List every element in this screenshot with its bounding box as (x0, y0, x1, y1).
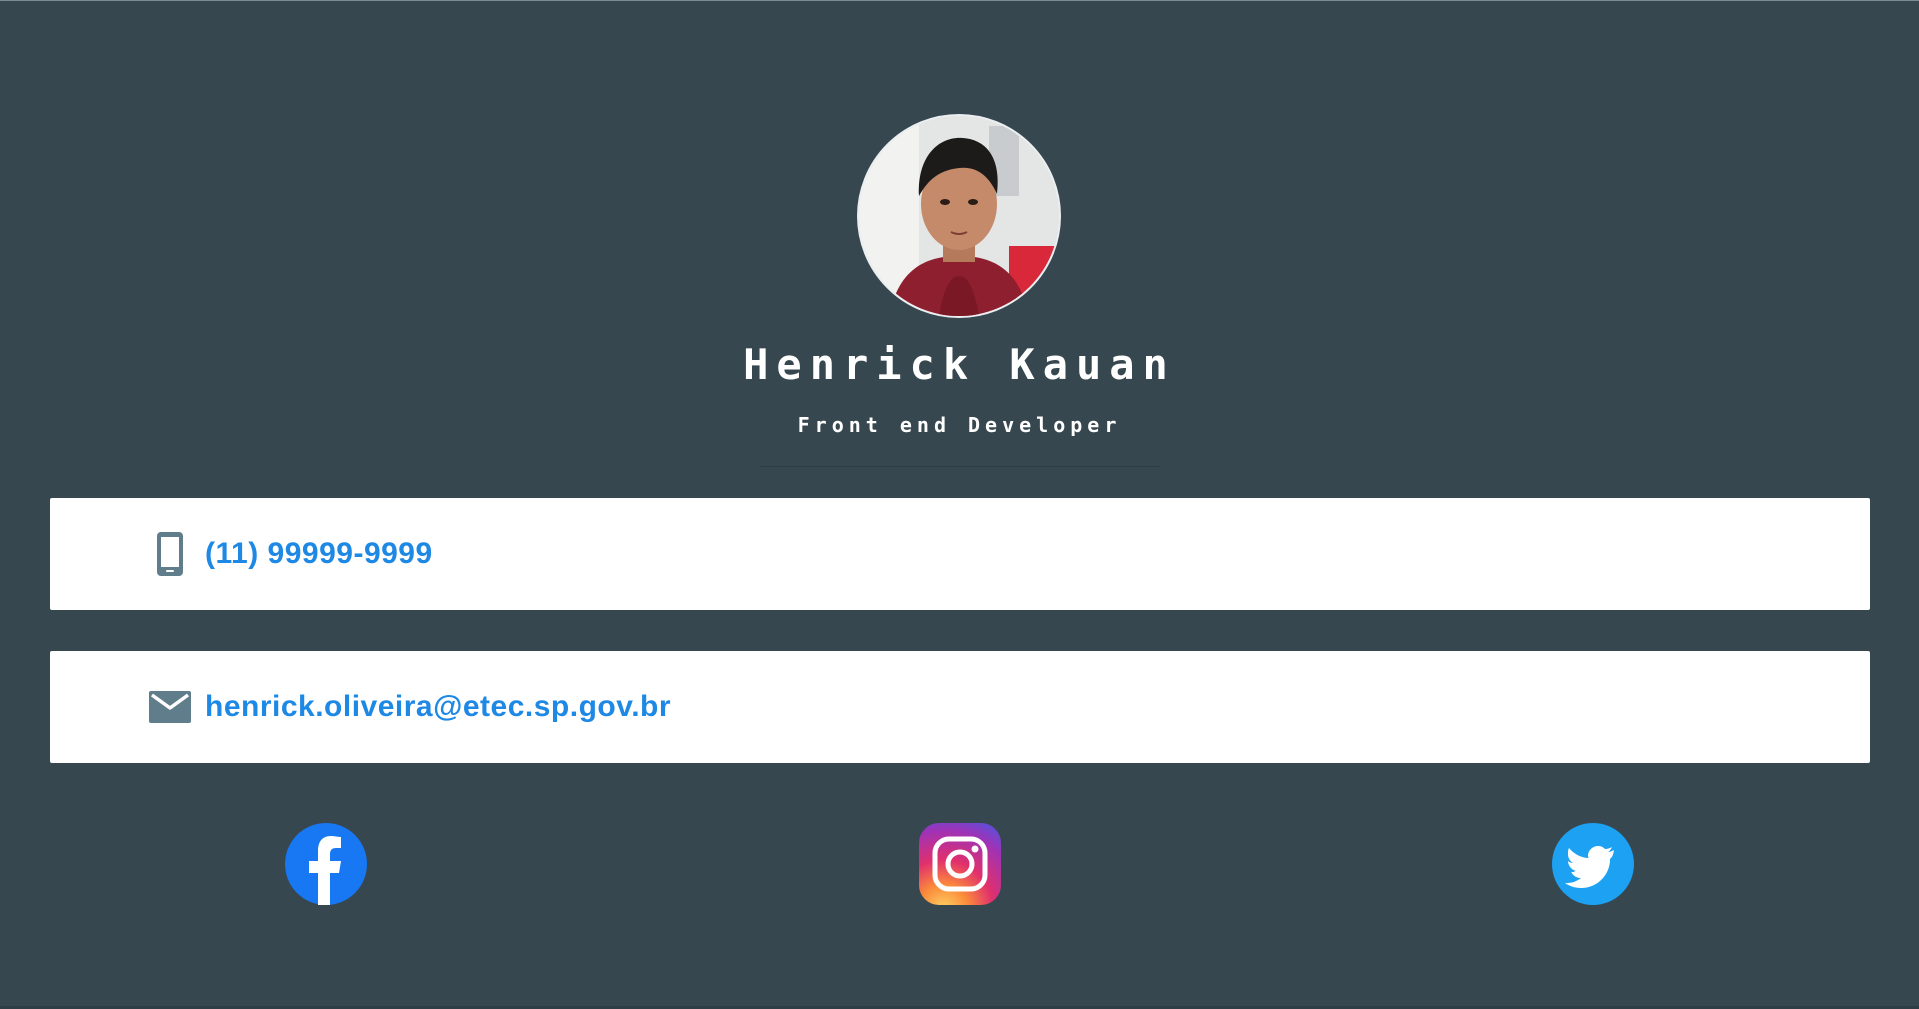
profile-role: Front end Developer (797, 413, 1122, 437)
mail-icon (147, 684, 193, 730)
smartphone-icon (147, 531, 193, 577)
divider (759, 466, 1161, 467)
twitter-link[interactable] (1552, 823, 1634, 905)
facebook-icon (285, 823, 367, 905)
instagram-icon (919, 823, 1001, 905)
top-edge (0, 0, 1919, 1)
phone-link[interactable]: (11) 99999-9999 (205, 537, 433, 571)
phone-card[interactable]: (11) 99999-9999 (50, 498, 1870, 610)
twitter-icon (1552, 823, 1634, 905)
profile-name: Henrick Kauan (743, 340, 1176, 389)
avatar (857, 114, 1061, 318)
email-card[interactable]: henrick.oliveira@etec.sp.gov.br (50, 651, 1870, 763)
facebook-link[interactable] (285, 823, 367, 905)
instagram-link[interactable] (919, 823, 1001, 905)
email-link[interactable]: henrick.oliveira@etec.sp.gov.br (205, 690, 671, 724)
